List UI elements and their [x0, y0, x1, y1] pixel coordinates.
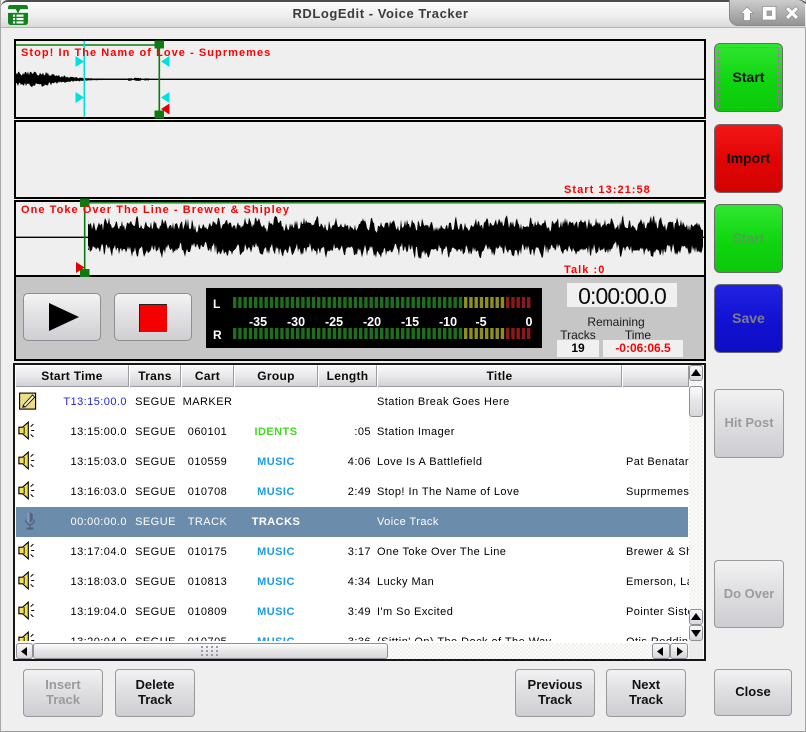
svg-text:R: R — [213, 328, 222, 342]
svg-text:-25: -25 — [325, 315, 343, 329]
svg-text:-20: -20 — [363, 315, 381, 329]
svg-text:0: 0 — [526, 315, 533, 329]
svg-text:-15: -15 — [401, 315, 419, 329]
svg-text:-30: -30 — [287, 315, 305, 329]
svg-text:-10: -10 — [439, 315, 457, 329]
svg-text:L: L — [213, 297, 220, 311]
svg-text:-35: -35 — [249, 315, 267, 329]
svg-text:-5: -5 — [475, 315, 486, 329]
